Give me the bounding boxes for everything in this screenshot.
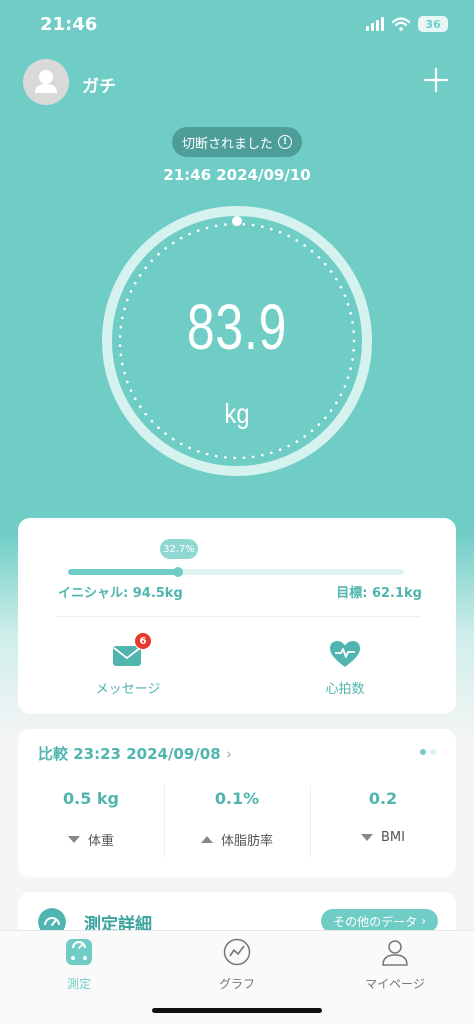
progress-dot: [172, 567, 183, 577]
graph-icon: [223, 938, 251, 966]
metric-label-row: BMI: [310, 830, 456, 845]
user-silhouette-icon: [35, 70, 57, 93]
weight-unit: kg: [224, 398, 250, 429]
chevron-right-icon: ›: [225, 745, 232, 763]
heart-rate-label: 心拍数: [325, 682, 365, 697]
home-indicator: [152, 1008, 322, 1013]
trend-down-icon: [67, 836, 80, 843]
progress-percent-bubble: 32.7%: [160, 539, 198, 559]
metric-bmi: 0.2 BMI: [310, 785, 456, 865]
metric-label-row: 体重: [18, 830, 164, 849]
nav-label: 測定: [66, 977, 91, 991]
chevron-right-icon: ›: [421, 914, 426, 928]
metric-value: 0.2: [368, 789, 398, 808]
nav-label: グラフ: [218, 977, 255, 991]
metric-label: 体脂肪率: [220, 834, 273, 849]
nav-item-measure[interactable]: 測定: [19, 937, 139, 992]
avatar[interactable]: [23, 59, 69, 105]
metric-label-row: 体脂肪率: [164, 830, 310, 849]
nav-item-graph[interactable]: グラフ: [177, 937, 297, 992]
nav-item-mypage[interactable]: マイページ: [335, 937, 455, 992]
connection-status-badge[interactable]: 切断されました !: [172, 127, 302, 157]
trend-down-icon: [361, 834, 374, 841]
initial-weight-label: イニシャル: 94.5kg: [58, 586, 183, 601]
messages-label: メッセージ: [95, 682, 161, 697]
scale-icon: [66, 939, 92, 965]
measurement-time: 21:46 2024/09/10: [163, 166, 311, 184]
message-count-badge: 6: [134, 632, 152, 650]
header: ガチ: [0, 58, 474, 108]
goal-progress-card: 32.7% イニシャル: 94.5kg 目標: 62.1kg 6 メッセージ 心…: [18, 518, 456, 714]
mail-icon: 6: [112, 632, 152, 668]
weight-value: 83.9: [186, 291, 288, 363]
info-icon: !: [278, 135, 292, 149]
metric-label: 体重: [87, 834, 114, 849]
comparison-card: 比較 23:23 2024/09/08 › 0.5 kg 体重 0.1% 体脂肪…: [18, 729, 456, 877]
metric-body-fat: 0.1% 体脂肪率: [164, 785, 310, 865]
person-icon: [382, 940, 408, 966]
wifi-icon: [392, 17, 410, 31]
metric-label: BMI: [381, 830, 405, 845]
heart-rate-button[interactable]: 心拍数: [285, 640, 405, 697]
trend-up-icon: [200, 836, 213, 843]
page-indicator: [420, 749, 436, 755]
add-button[interactable]: [422, 66, 450, 94]
metric-weight: 0.5 kg 体重: [18, 785, 164, 865]
comparison-title: 比較 23:23 2024/09/08: [38, 745, 221, 763]
comparison-title-link[interactable]: 比較 23:23 2024/09/08 ›: [38, 743, 232, 764]
cellular-signal-icon: [366, 17, 384, 31]
status-icons: 36: [366, 16, 448, 32]
progress-track: [68, 567, 404, 577]
more-data-label: その他のデータ: [333, 914, 418, 929]
metric-value: 0.5 kg: [62, 789, 119, 808]
status-time: 21:46: [40, 14, 98, 35]
goal-weight-label: 目標: 62.1kg: [336, 586, 422, 601]
battery-icon: 36: [418, 16, 448, 32]
nav-label: マイページ: [365, 977, 425, 991]
messages-button[interactable]: 6 メッセージ: [68, 632, 188, 697]
gauge-indicator-dot: [232, 216, 242, 226]
status-bar: 21:46 36: [0, 0, 474, 50]
connection-status-label: 切断されました: [181, 136, 273, 152]
progress-fill: [68, 569, 178, 575]
heart-rate-icon: [329, 640, 361, 668]
metric-value: 0.1%: [214, 789, 260, 808]
divider: [56, 616, 420, 617]
user-name: ガチ: [82, 77, 116, 97]
